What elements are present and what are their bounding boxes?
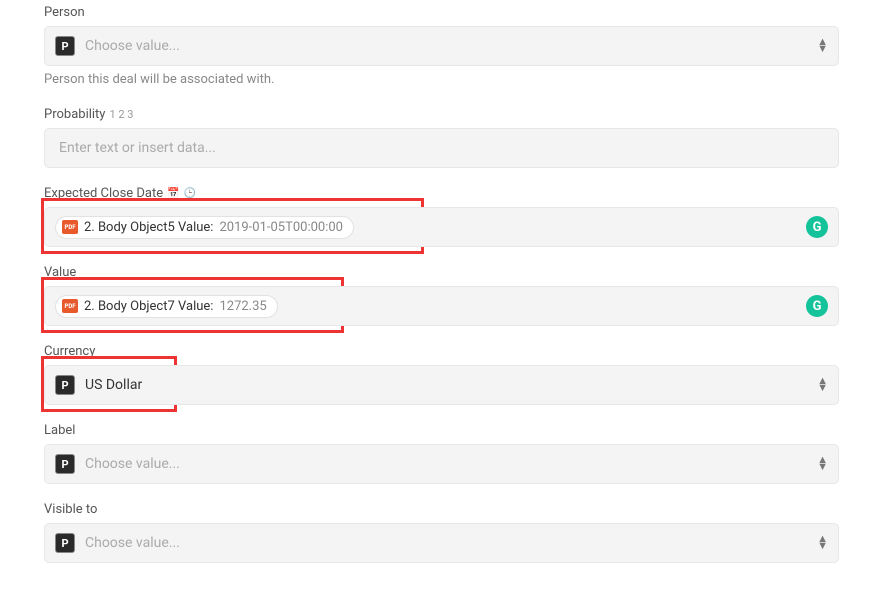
- probability-placeholder: Enter text or insert data...: [59, 140, 216, 156]
- p-icon: P: [55, 454, 75, 474]
- pill-label: 2. Body Object7 Value:: [84, 299, 213, 314]
- chevron-sort-icon: ▲▼: [817, 378, 828, 391]
- currency-value: US Dollar: [85, 377, 817, 393]
- pdf-icon: PDF: [62, 299, 78, 313]
- p-icon: P: [55, 533, 75, 553]
- close-date-input[interactable]: PDF 2. Body Object5 Value: 2019-01-05T00…: [44, 207, 839, 247]
- currency-label: Currency: [44, 344, 839, 359]
- label-select[interactable]: P Choose value... ▲▼: [44, 444, 839, 484]
- p-icon: P: [55, 36, 75, 56]
- label-field-label: Label: [44, 423, 839, 438]
- close-date-label: Expected Close Date 📅 🕒: [44, 186, 839, 201]
- value-pill[interactable]: PDF 2. Body Object7 Value: 1272.35: [55, 295, 278, 318]
- pill-value: 2019-01-05T00:00:00: [219, 220, 343, 235]
- pill-label: 2. Body Object5 Value:: [84, 220, 213, 235]
- probability-hint: 1 2 3: [109, 108, 133, 121]
- chevron-sort-icon: ▲▼: [817, 457, 828, 470]
- grammarly-icon[interactable]: G: [806, 216, 828, 238]
- value-label: Value: [44, 265, 839, 280]
- person-placeholder: Choose value...: [85, 38, 817, 54]
- calendar-icon: 📅: [167, 188, 179, 199]
- currency-select[interactable]: P US Dollar ▲▼: [44, 365, 839, 405]
- p-icon: P: [55, 375, 75, 395]
- clock-icon: 🕒: [184, 188, 196, 199]
- probability-input[interactable]: Enter text or insert data...: [44, 128, 839, 168]
- person-label: Person: [44, 5, 839, 20]
- person-help-text: Person this deal will be associated with…: [44, 72, 839, 87]
- visible-to-placeholder: Choose value...: [85, 535, 817, 551]
- probability-label: Probability 1 2 3: [44, 107, 839, 122]
- grammarly-icon[interactable]: G: [806, 295, 828, 317]
- value-input[interactable]: PDF 2. Body Object7 Value: 1272.35 G: [44, 286, 839, 326]
- pill-value: 1272.35: [219, 299, 266, 314]
- visible-to-label: Visible to: [44, 502, 839, 517]
- visible-to-select[interactable]: P Choose value... ▲▼: [44, 523, 839, 563]
- chevron-sort-icon: ▲▼: [817, 536, 828, 549]
- person-select[interactable]: P Choose value... ▲▼: [44, 26, 839, 66]
- label-placeholder: Choose value...: [85, 456, 817, 472]
- chevron-sort-icon: ▲▼: [817, 39, 828, 52]
- close-date-pill[interactable]: PDF 2. Body Object5 Value: 2019-01-05T00…: [55, 216, 354, 239]
- pdf-icon: PDF: [62, 220, 78, 234]
